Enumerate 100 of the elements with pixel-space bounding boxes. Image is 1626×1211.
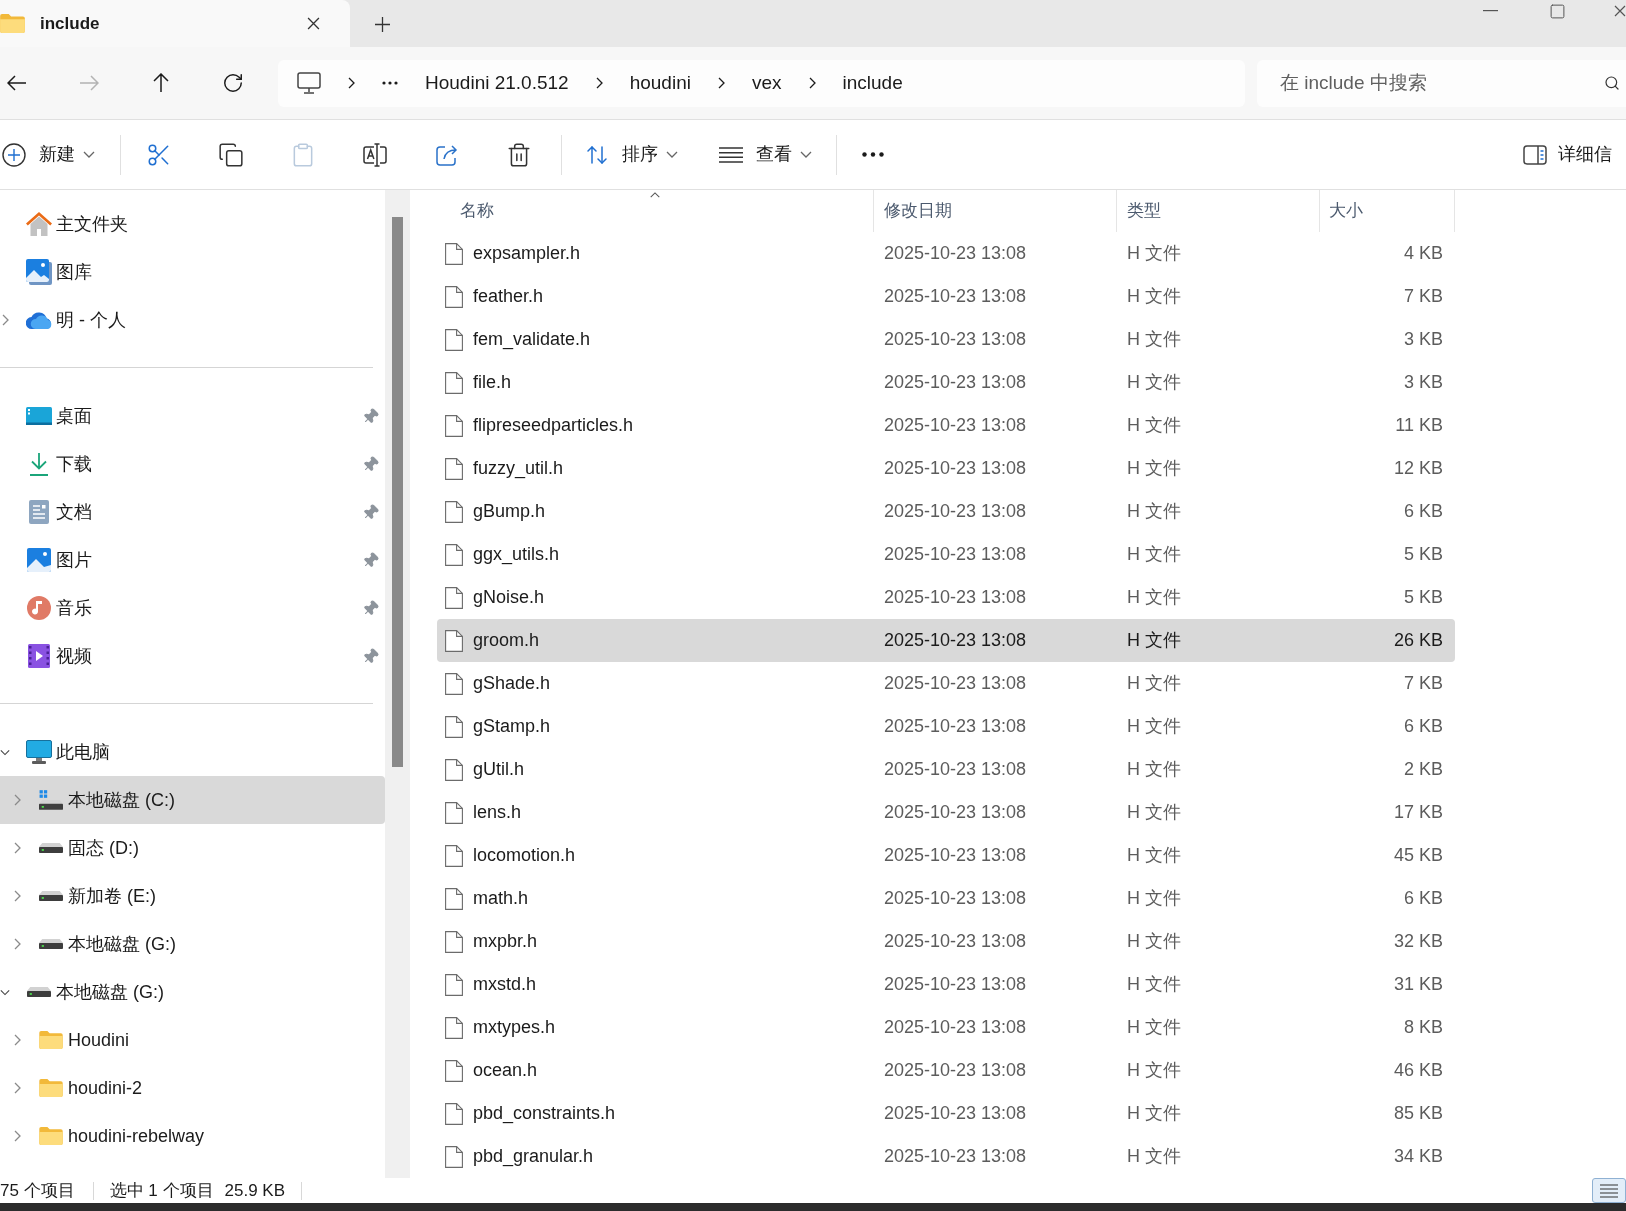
scrollbar[interactable] — [385, 190, 410, 1178]
file-row[interactable]: ocean.h 2025-10-23 13:08 H 文件 46 KB — [437, 1049, 1455, 1092]
sidebar-item[interactable]: 固态 (D:) — [0, 824, 385, 872]
file-row[interactable]: fem_validate.h 2025-10-23 13:08 H 文件 3 KB — [437, 318, 1455, 361]
sidebar-item[interactable]: 文档 — [0, 488, 385, 536]
file-icon — [445, 715, 463, 738]
sidebar-item[interactable]: 此电脑 — [0, 728, 385, 776]
column-header[interactable]: 名称 — [437, 190, 874, 232]
modified-date: 2025-10-23 13:08 — [884, 285, 1027, 308]
sidebar-item[interactable]: 本地磁盘 (G:) — [0, 968, 385, 1016]
file-row[interactable]: ggx_utils.h 2025-10-23 13:08 H 文件 5 KB — [437, 533, 1455, 576]
view-button[interactable]: 查看 — [710, 130, 820, 179]
scrollbar-thumb[interactable] — [392, 217, 403, 767]
column-header[interactable]: 大小 — [1320, 190, 1455, 232]
folder-icon — [39, 1127, 63, 1145]
arrow-right-icon — [79, 75, 99, 91]
file-row[interactable]: mxpbr.h 2025-10-23 13:08 H 文件 32 KB — [437, 920, 1455, 963]
breadcrumb-item[interactable]: vex — [751, 68, 782, 98]
drive-icon — [39, 790, 63, 810]
file-row[interactable]: groom.h 2025-10-23 13:08 H 文件 26 KB — [437, 619, 1455, 662]
file-row[interactable]: fuzzy_util.h 2025-10-23 13:08 H 文件 12 KB — [437, 447, 1455, 490]
sidebar-item[interactable]: Houdini — [0, 1016, 385, 1064]
sidebar-item[interactable]: houdini-2 — [0, 1064, 385, 1112]
modified-date: 2025-10-23 13:08 — [884, 242, 1027, 265]
chevron-right-icon[interactable] — [808, 77, 816, 89]
file-icon — [445, 801, 463, 824]
file-row[interactable]: lens.h 2025-10-23 13:08 H 文件 17 KB — [437, 791, 1455, 834]
file-row[interactable]: mxstd.h 2025-10-23 13:08 H 文件 31 KB — [437, 963, 1455, 1006]
file-icon — [445, 973, 463, 996]
file-row[interactable]: math.h 2025-10-23 13:08 H 文件 6 KB — [437, 877, 1455, 920]
file-row[interactable]: gBump.h 2025-10-23 13:08 H 文件 6 KB — [437, 490, 1455, 533]
chevron-right-icon[interactable] — [348, 77, 355, 89]
breadcrumb-item[interactable]: include — [842, 68, 903, 98]
new-button[interactable]: 新建 — [0, 130, 95, 179]
file-type: H 文件 — [1127, 930, 1181, 953]
chevron-down-icon — [83, 151, 95, 158]
sidebar-item[interactable]: 图库 — [0, 248, 385, 296]
details-button[interactable]: 详细信 — [1523, 130, 1626, 179]
sidebar-item[interactable]: 桌面 — [0, 392, 385, 440]
chevron-right-icon[interactable] — [595, 77, 603, 89]
sort-button[interactable]: 排序 — [576, 130, 686, 179]
monitor-icon — [297, 72, 321, 94]
file-row[interactable]: locomotion.h 2025-10-23 13:08 H 文件 45 KB — [437, 834, 1455, 877]
sidebar-item[interactable]: 音乐 — [0, 584, 385, 632]
folder-icon — [0, 14, 25, 33]
modified-date: 2025-10-23 13:08 — [884, 887, 1027, 910]
plus-circle-icon — [2, 142, 26, 167]
file-type: H 文件 — [1127, 1102, 1181, 1125]
sidebar-item[interactable]: 下载 — [0, 440, 385, 488]
sidebar-item[interactable]: houdini-rebelway — [0, 1112, 385, 1160]
breadcrumb-item[interactable]: Houdini 21.0.512 — [425, 68, 569, 98]
file-row[interactable]: gStamp.h 2025-10-23 13:08 H 文件 6 KB — [437, 705, 1455, 748]
file-row[interactable]: gNoise.h 2025-10-23 13:08 H 文件 5 KB — [437, 576, 1455, 619]
file-row[interactable]: pbd_constraints.h 2025-10-23 13:08 H 文件 85 KB — [437, 1092, 1455, 1135]
file-icon — [445, 672, 463, 695]
ellipsis-icon[interactable] — [382, 81, 398, 85]
column-header[interactable]: 修改日期 — [874, 190, 1117, 232]
file-row[interactable]: feather.h 2025-10-23 13:08 H 文件 7 KB — [437, 275, 1455, 318]
file-name: flipreseedparticles.h — [473, 414, 634, 437]
drive-icon — [39, 843, 63, 853]
chevron-down-icon[interactable] — [0, 988, 10, 996]
sidebar-item[interactable]: 主文件夹 — [0, 200, 385, 248]
file-icon — [445, 586, 463, 609]
file-size: 31 KB — [1393, 973, 1443, 996]
sidebar-item[interactable]: 本地磁盘 (C:) — [0, 776, 385, 824]
file-name: gUtil.h — [473, 758, 525, 781]
tab[interactable]: include — [0, 0, 350, 47]
file-row[interactable]: flipreseedparticles.h 2025-10-23 13:08 H 文件 11 KB — [437, 404, 1455, 447]
sidebar-item[interactable]: 明 - 个人 — [0, 296, 385, 344]
image-icon — [27, 548, 51, 572]
file-name: ggx_utils.h — [473, 543, 560, 567]
file-icon — [445, 414, 463, 437]
sidebar-item[interactable]: 图片 — [0, 536, 385, 584]
details-view-button[interactable] — [1592, 1178, 1626, 1203]
column-header[interactable]: 类型 — [1117, 190, 1320, 232]
file-name: fuzzy_util.h — [473, 457, 564, 481]
file-row[interactable]: pbd_granular.h 2025-10-23 13:08 H 文件 34 KB — [437, 1135, 1455, 1178]
chevron-down-icon[interactable] — [0, 748, 10, 756]
file-icon — [445, 500, 463, 523]
file-row[interactable]: gUtil.h 2025-10-23 13:08 H 文件 2 KB — [437, 748, 1455, 791]
chevron-right-icon[interactable] — [717, 77, 725, 89]
lines-icon — [719, 146, 743, 163]
file-type: H 文件 — [1127, 672, 1181, 695]
file-name: groom.h — [473, 629, 540, 652]
file-type: H 文件 — [1127, 371, 1181, 394]
file-row[interactable]: mxtypes.h 2025-10-23 13:08 H 文件 8 KB — [437, 1006, 1455, 1049]
address-field[interactable]: Houdini 21.0.512 houdini vex include — [278, 59, 1245, 107]
minimize-icon — [1483, 10, 1498, 12]
search-field[interactable]: 在 include 中搜索 — [1257, 59, 1626, 107]
sidebar-item[interactable]: 本地磁盘 (G:) — [0, 920, 385, 968]
sidebar-item[interactable]: 视频 — [0, 632, 385, 680]
file-row[interactable]: expsampler.h 2025-10-23 13:08 H 文件 4 KB — [437, 232, 1455, 275]
file-row[interactable]: file.h 2025-10-23 13:08 H 文件 3 KB — [437, 361, 1455, 404]
sidebar-item[interactable]: 新加卷 (E:) — [0, 872, 385, 920]
modified-date: 2025-10-23 13:08 — [884, 1102, 1027, 1125]
modified-date: 2025-10-23 13:08 — [884, 371, 1027, 394]
file-size: 32 KB — [1393, 930, 1443, 953]
file-row[interactable]: gShade.h 2025-10-23 13:08 H 文件 7 KB — [437, 662, 1455, 705]
download-icon — [29, 452, 49, 476]
breadcrumb-item[interactable]: houdini — [629, 68, 691, 98]
